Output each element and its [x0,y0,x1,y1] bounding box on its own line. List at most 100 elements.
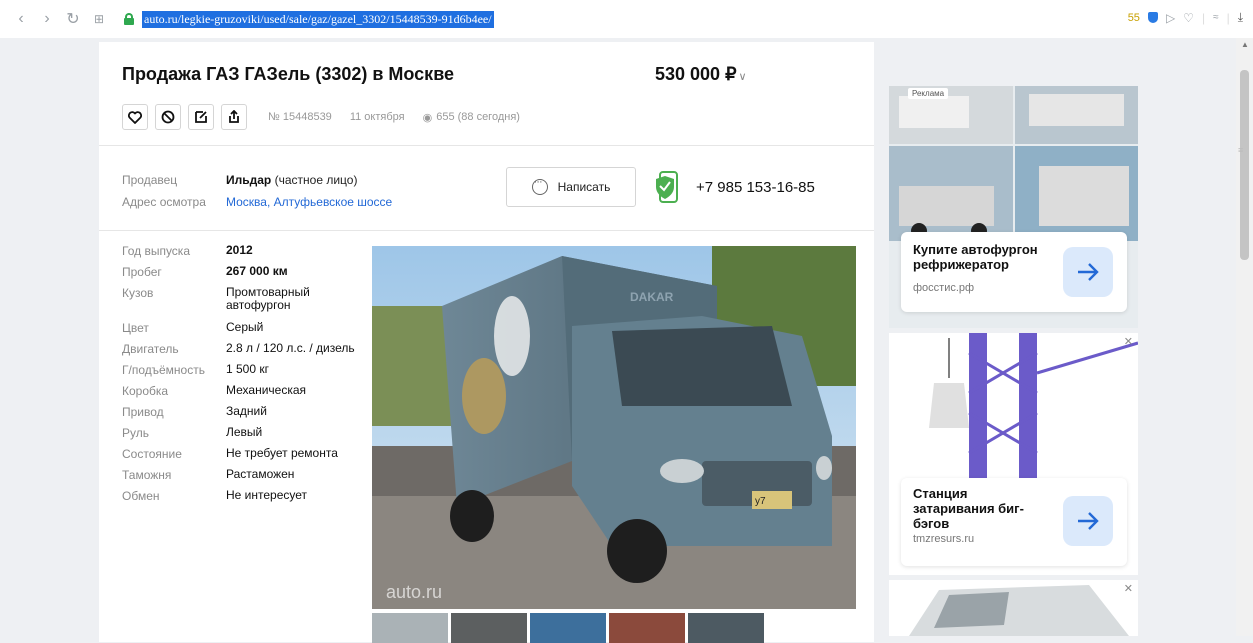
ad-van-image [889,580,1138,636]
photo-thumbnail[interactable] [688,613,764,643]
spec-row: Цвет Серый [122,321,366,337]
ad-label: Реклама [908,88,949,99]
extension-icon[interactable]: ≈ [1213,12,1219,23]
ad-banner-refrigerator[interactable]: Реклама Купите автофургон рефрижератор ф… [889,86,1138,328]
truck-photo-image: DAKAR у7 auto.ru [372,246,856,609]
listing-date: 11 октября [349,111,405,123]
scroll-thumb[interactable] [1240,70,1249,260]
spec-row: Коробка Механическая [122,384,366,400]
price[interactable]: 530 000 ₽ ∨ [655,64,747,85]
spec-key: Руль [122,426,149,440]
spec-value: 1 500 кг [226,362,269,376]
ad-text-card[interactable]: Станция затаривания биг-бэгов tmzresurs.… [901,478,1127,566]
spec-value: Растаможен [226,467,295,481]
scroll-up-icon[interactable]: ▲ [1241,40,1249,49]
page-title: Продажа ГАЗ ГАЗель (3302) в Москве [122,64,455,84]
ad-title: Купите автофургон рефрижератор [913,242,1038,272]
spec-row: Пробег 267 000 км [122,265,366,281]
spec-key: Пробег [122,265,162,279]
share-button[interactable] [221,104,247,130]
spec-value: Левый [226,425,263,439]
spec-row: Кузов Промтоварный автофургон [122,286,366,312]
phone-number[interactable]: +7 985 153-16-85 [696,179,815,196]
download-icon[interactable]: ⤓ [1238,10,1243,25]
url-text[interactable]: auto.ru/legkie-gruzoviki/used/sale/gaz/g… [142,10,494,28]
photo-thumbnail[interactable] [609,613,685,643]
ad-close-icon[interactable]: ✕ [1124,335,1133,348]
extension-counter: 55 [1127,11,1140,24]
forward-icon[interactable]: › [34,10,60,28]
arrow-right-icon [1078,512,1099,530]
seller-type: (частное лицо) [274,173,358,187]
ad-text-card[interactable]: Купите автофургон рефрижератор фосстис.р… [901,232,1127,312]
spec-key: Двигатель [122,342,179,356]
spec-value: Механическая [226,383,307,397]
spec-row: Обмен Не интересует [122,489,366,505]
note-button[interactable] [188,104,214,130]
photo-thumbnails [372,613,764,643]
spec-value: Серый [226,320,264,334]
toolbar-separator: | [1201,10,1206,25]
spec-key: Обмен [122,489,160,503]
sidebar-grip-icon[interactable]: ≡ [1238,145,1243,155]
spec-key: Привод [122,405,164,419]
heart-icon [128,110,142,124]
back-icon[interactable]: ‹ [8,10,34,28]
favorite-button[interactable] [122,104,148,130]
reload-icon[interactable]: ↻ [60,9,86,29]
protected-phone-icon [656,171,678,203]
listing-meta: № 15448539 11 октября ◉ 655 (88 сегодня) [268,111,544,124]
arrow-right-icon [1078,263,1099,281]
price-value: 530 000 ₽ [655,64,737,84]
eye-icon: ◉ [422,111,433,124]
listing-card: Продажа ГАЗ ГАЗель (3302) в Москве 530 0… [99,42,874,643]
browser-toolbar: ‹ › ↻ ⊞ auto.ru/legkie-gruzoviki/used/sa… [0,0,1253,38]
spec-value: 267 000 км [226,264,288,278]
spec-row: Привод Задний [122,405,366,421]
page-scrollbar[interactable]: ▲ [1236,38,1253,636]
ad-title: Станция затаривания биг-бэгов [913,486,1024,531]
ad-banner-bigbag[interactable]: ✕ Станция затаривания биг-бэгов tmzresur… [889,333,1138,575]
spec-key: Состояние [122,447,182,461]
spec-key: Таможня [122,468,172,482]
ad-arrow-button[interactable] [1063,496,1113,546]
photo-watermark: auto.ru [386,582,442,602]
spec-key: Коробка [122,384,169,398]
photo-thumbnail[interactable] [372,613,448,643]
ad-arrow-button[interactable] [1063,247,1113,297]
ad-close-icon[interactable]: ✕ [1124,582,1133,595]
divider [99,145,874,146]
seller-info: Продавец Ильдар (частное лицо) Адрес осм… [122,169,392,213]
spec-key: Кузов [122,286,154,300]
svg-text:DAKAR: DAKAR [630,290,674,304]
phone-block[interactable]: +7 985 153-16-85 [654,170,815,204]
listing-actions: № 15448539 11 октября ◉ 655 (88 сегодня) [122,104,544,130]
adblock-shield-icon[interactable] [1147,12,1158,23]
spec-value: 2012 [226,243,253,257]
spec-row: Год выпуска 2012 [122,244,366,260]
seller-name: Ильдар [226,173,272,187]
chevron-down-icon[interactable]: ∨ [739,71,747,83]
toolbar-separator: | [1226,10,1230,25]
photo-thumbnail[interactable] [530,613,606,643]
main-photo[interactable]: DAKAR у7 auto.ru [372,246,856,609]
listing-number: № 15448539 [268,111,332,123]
hide-button[interactable] [155,104,181,130]
photo-thumbnail[interactable] [451,613,527,643]
block-icon [161,110,175,124]
license-plate: у7 [755,496,766,507]
write-message-button[interactable]: Написать [506,167,636,207]
ad-banner-van[interactable]: ✕ [889,580,1138,636]
favorite-heart-icon[interactable]: ♡ [1183,11,1194,25]
specs-list: Год выпуска 2012 Пробег 267 000 км Кузов Пр… [122,244,366,510]
spec-row: Руль Левый [122,426,366,442]
views-counter: ◉ 655 (88 сегодня) [423,111,532,124]
apps-grid-icon[interactable]: ⊞ [86,12,112,26]
spec-row: Состояние Не требует ремонта [122,447,366,463]
spec-key: Цвет [122,321,149,335]
chat-bubble-icon [531,176,548,195]
play-icon[interactable]: ▷ [1166,11,1175,25]
address-bar[interactable]: auto.ru/legkie-gruzoviki/used/sale/gaz/g… [118,10,494,28]
address-link[interactable]: Москва, Алтуфьевское шоссе [226,191,392,213]
spec-row: Таможня Растаможен [122,468,366,484]
